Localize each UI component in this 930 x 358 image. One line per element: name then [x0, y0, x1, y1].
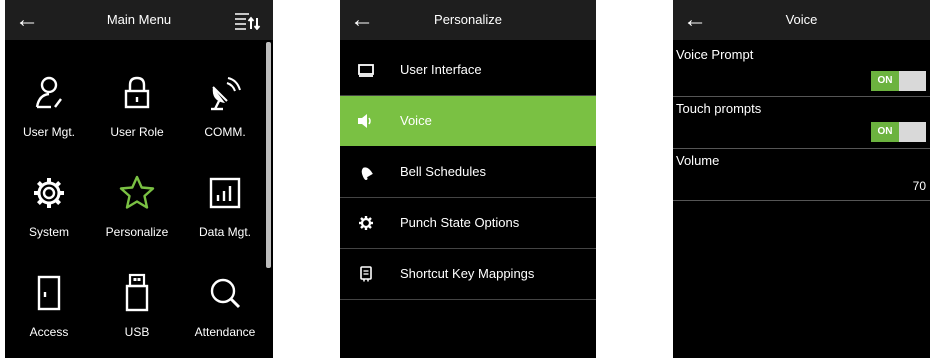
list-item-user-interface[interactable]: User Interface — [340, 45, 596, 96]
gear-icon — [359, 216, 373, 230]
volume-row[interactable]: Volume 70 — [673, 149, 930, 201]
menu-item-personalize[interactable]: Personalize — [93, 145, 181, 245]
chart-icon — [209, 177, 241, 209]
toggle-state: ON — [871, 122, 899, 142]
list-item-shortcut-key-mappings[interactable]: Shortcut Key Mappings — [340, 249, 596, 300]
list-item-label: Voice — [400, 113, 432, 128]
list-item-bell-schedules[interactable]: Bell Schedules — [340, 147, 596, 198]
voice-prompt-label: Voice Prompt — [676, 47, 754, 62]
volume-value: 70 — [912, 179, 926, 193]
list-item-label: Punch State Options — [400, 215, 520, 230]
menu-item-label: USB — [124, 325, 150, 339]
lock-icon — [124, 76, 150, 109]
monitor-icon — [358, 64, 374, 77]
voice-screen: ← Voice Voice Prompt ON Touch prompts ON… — [673, 0, 930, 358]
menu-item-label: Personalize — [105, 225, 169, 239]
menu-item-label: Access — [29, 325, 69, 339]
menu-item-label: User Mgt. — [22, 125, 75, 139]
list-item-voice[interactable]: Voice — [340, 96, 596, 146]
keypad-icon — [360, 266, 372, 282]
menu-item-label: COMM. — [204, 125, 246, 139]
menu-item-attendance[interactable]: Attendance — [181, 245, 269, 345]
star-icon — [119, 175, 155, 209]
door-icon — [37, 275, 61, 311]
volume-label: Volume — [676, 153, 720, 168]
menu-item-user-role[interactable]: User Role — [93, 45, 181, 145]
menu-item-access[interactable]: Access — [5, 245, 93, 345]
usb-drive-icon — [125, 273, 149, 312]
toggle-knob — [899, 122, 926, 142]
menu-item-label: Attendance — [194, 325, 256, 339]
personalize-screen: ← Personalize User Interface Voice Bell … — [340, 0, 596, 358]
menu-item-usb[interactable]: USB — [93, 245, 181, 345]
menu-item-label: System — [28, 225, 69, 239]
toggle-knob — [899, 71, 926, 91]
page-title: Voice — [785, 12, 818, 27]
menu-item-label: Data Mgt. — [198, 225, 252, 239]
search-icon — [210, 278, 241, 309]
main-menu-titlebar: ← Main Menu — [5, 0, 273, 40]
list-item-label: Shortcut Key Mappings — [400, 266, 535, 281]
page-title: Personalize — [434, 12, 502, 27]
scrollbar[interactable] — [266, 42, 271, 268]
menu-item-label: User Role — [110, 125, 164, 139]
touch-prompts-label: Touch prompts — [676, 101, 762, 116]
sort-menu-icon[interactable] — [233, 12, 261, 30]
toggle-state: ON — [871, 71, 899, 91]
gear-icon — [34, 178, 64, 208]
satellite-dish-icon — [211, 77, 241, 111]
voice-prompt-row: Voice Prompt ON — [673, 43, 930, 97]
menu-item-comm[interactable]: COMM. — [181, 45, 269, 145]
touch-prompts-toggle[interactable]: ON — [871, 122, 926, 142]
personalize-titlebar: ← Personalize — [340, 0, 596, 40]
bell-icon — [361, 167, 373, 180]
voice-titlebar: ← Voice — [673, 0, 930, 40]
menu-item-data-mgt[interactable]: Data Mgt. — [181, 145, 269, 245]
user-icon — [35, 76, 62, 109]
touch-prompts-row: Touch prompts ON — [673, 97, 930, 149]
main-menu-screen: ← Main Menu User Mgt. User Role COMM. Sy… — [5, 0, 273, 358]
menu-item-system[interactable]: System — [5, 145, 93, 245]
menu-item-user-mgt[interactable]: User Mgt. — [5, 45, 93, 145]
speaker-icon — [358, 114, 371, 128]
list-item-label: Bell Schedules — [400, 164, 486, 179]
list-item-label: User Interface — [400, 62, 482, 77]
list-item-punch-state-options[interactable]: Punch State Options — [340, 198, 596, 249]
voice-prompt-toggle[interactable]: ON — [871, 71, 926, 91]
